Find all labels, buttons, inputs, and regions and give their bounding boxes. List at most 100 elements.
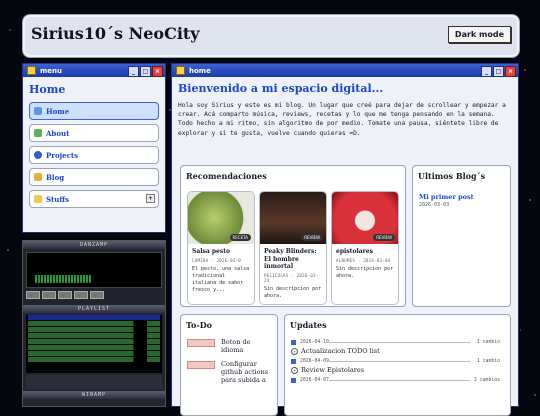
nav-item-about[interactable]: About xyxy=(29,124,159,142)
update-count: 2 cambios xyxy=(474,378,500,383)
pause-button[interactable] xyxy=(58,291,72,299)
expand-icon[interactable]: + xyxy=(146,194,155,203)
update-count: 1 cambio xyxy=(476,340,500,345)
next-button[interactable] xyxy=(90,291,104,299)
winamp-visualizer xyxy=(35,275,91,283)
home-icon xyxy=(34,107,42,115)
todo-status-badge xyxy=(187,361,215,369)
recommendation-meta: COMIDA · 2026-02-0 xyxy=(192,257,241,263)
winamp-controls xyxy=(26,291,162,299)
recommendation-name: Peaky Blinders: El hombre inmortal xyxy=(264,248,317,270)
menu-window-title: menu xyxy=(40,66,63,75)
plus-circle-icon: + xyxy=(291,347,298,355)
update-entry[interactable]: 2026-04-10 1 cambio + Actualizacion TODO … xyxy=(291,336,504,355)
playlist-row[interactable] xyxy=(28,327,160,332)
blog-post-date: 2026-03-03 xyxy=(419,202,450,208)
site-header: Sirius10´s NeoCity Dark mode xyxy=(22,14,520,58)
calendar-icon xyxy=(291,340,296,345)
update-entry[interactable]: 2026-04-09 1 cambio + Review Epistolares xyxy=(291,355,504,374)
blog-post-link[interactable]: Mi primer post xyxy=(419,193,504,201)
nav-item-blog[interactable]: Blog xyxy=(29,168,159,186)
todo-text: Configurar github actions para subida a xyxy=(221,360,269,384)
recommendation-card-epistolares[interactable]: REVIEW epistolares ALBUMES · 2026-03-04 … xyxy=(331,191,399,305)
menu-heading: Home xyxy=(29,83,66,96)
recommendation-desc: Sin descripcion por ahora. xyxy=(336,265,394,279)
latest-blogs-card: Ultimos Blog´s Mi primer post 2026-03-03 xyxy=(412,165,511,307)
review-badge: REVIEW xyxy=(301,234,323,241)
prev-button[interactable] xyxy=(26,291,40,299)
todo-text: Boton de idioma xyxy=(221,338,251,354)
playlist-row[interactable] xyxy=(28,333,160,338)
play-button[interactable] xyxy=(42,291,56,299)
minimize-icon[interactable]: _ xyxy=(481,66,492,77)
recommendation-meta: ALBUMES · 2026-03-04 xyxy=(336,257,391,263)
folder-icon xyxy=(34,195,42,203)
window-icon xyxy=(27,66,36,75)
todo-status-badge xyxy=(187,339,215,347)
home-window: home _ □ × Bienvenido a mi espacio digit… xyxy=(171,63,519,416)
updates-title: Updates xyxy=(290,320,327,330)
intro-text: Hola soy Sirius y este es mi blog. Un lu… xyxy=(178,102,506,137)
pencil-icon xyxy=(34,173,42,181)
nav-item-label: About xyxy=(46,128,70,138)
recommendation-name: Salsa pesto xyxy=(192,248,231,255)
todo-title: To-Do xyxy=(186,320,212,330)
update-date: 2026-04-07 xyxy=(300,378,329,383)
review-badge: REVIEW xyxy=(373,234,395,241)
winamp-playlist-title: PLAYLIST xyxy=(23,305,165,313)
playlist-row[interactable] xyxy=(28,351,160,356)
latest-blogs-title: Ultimos Blog´s xyxy=(418,171,486,181)
minimize-icon[interactable]: _ xyxy=(128,66,139,77)
nav-item-label: Blog xyxy=(46,172,65,182)
plus-circle-icon: + xyxy=(291,366,298,374)
calendar-icon xyxy=(291,378,296,383)
dark-mode-button[interactable]: Dark mode xyxy=(447,26,511,43)
updates-card: Updates 2026-04-10 1 cambio + Actualizaci… xyxy=(284,314,511,416)
playlist-row[interactable] xyxy=(28,345,160,350)
stop-button[interactable] xyxy=(74,291,88,299)
playlist-row[interactable] xyxy=(28,339,160,344)
nav-item-projects[interactable]: Projects xyxy=(29,146,159,164)
winamp-playlist[interactable] xyxy=(26,315,162,373)
home-window-titlebar[interactable]: home _ □ × xyxy=(172,64,518,77)
recipe-badge: RECETA xyxy=(229,234,251,241)
site-title: Sirius10´s NeoCity xyxy=(31,24,200,43)
playlist-row[interactable] xyxy=(28,357,160,362)
todo-item: Boton de idioma xyxy=(187,338,271,354)
recommendation-desc: Sin descripcion por ahora. xyxy=(264,285,322,299)
winamp-playlist-controls xyxy=(26,375,162,389)
playlist-row[interactable] xyxy=(28,315,160,320)
window-icon xyxy=(176,66,185,75)
todo-card: To-Do Boton de idioma Configurar github … xyxy=(180,314,278,416)
winamp-display xyxy=(26,252,162,288)
recommendation-desc: El pesto, una salsa tradicional italiana… xyxy=(192,265,250,293)
recommendation-card-pesto[interactable]: RECETA Salsa pesto COMIDA · 2026-02-0 El… xyxy=(187,191,255,305)
close-icon[interactable]: × xyxy=(152,66,163,77)
recommendations-title: Recomendaciones xyxy=(186,171,267,181)
nav-item-home[interactable]: Home xyxy=(29,102,159,120)
winamp-footer: WINAMP xyxy=(23,391,165,399)
menu-window: menu _ □ × Home Home About Projects Blog… xyxy=(22,63,166,233)
playlist-row[interactable] xyxy=(28,321,160,326)
nav-item-label: Projects xyxy=(46,150,79,160)
epistolares-image: REVIEW xyxy=(332,192,398,244)
pesto-image: RECETA xyxy=(188,192,254,244)
close-icon[interactable]: × xyxy=(505,66,516,77)
nav-item-label: Home xyxy=(46,106,70,116)
update-entry[interactable]: 2026-04-07 2 cambios xyxy=(291,374,504,393)
winamp-title[interactable]: DANZAMP xyxy=(23,241,165,249)
winamp-player: DANZAMP PLAYLIST WINAMP xyxy=(22,240,166,407)
home-window-title: home xyxy=(189,66,211,75)
calendar-icon xyxy=(291,359,296,364)
maximize-icon[interactable]: □ xyxy=(140,66,151,77)
menu-window-titlebar[interactable]: menu _ □ × xyxy=(23,64,165,77)
maximize-icon[interactable]: □ xyxy=(493,66,504,77)
update-date: 2026-04-10 xyxy=(300,340,329,345)
peaky-blinders-image: REVIEW xyxy=(260,192,326,244)
update-date: 2026-04-09 xyxy=(300,359,329,364)
todo-item: Configurar github actions para subida a xyxy=(187,360,271,384)
nav-item-label: Stuffs xyxy=(46,194,70,204)
nav-item-stuffs[interactable]: Stuffs + xyxy=(29,190,159,208)
globe-icon xyxy=(34,151,42,159)
recommendation-card-peaky[interactable]: REVIEW Peaky Blinders: El hombre inmorta… xyxy=(259,191,327,305)
